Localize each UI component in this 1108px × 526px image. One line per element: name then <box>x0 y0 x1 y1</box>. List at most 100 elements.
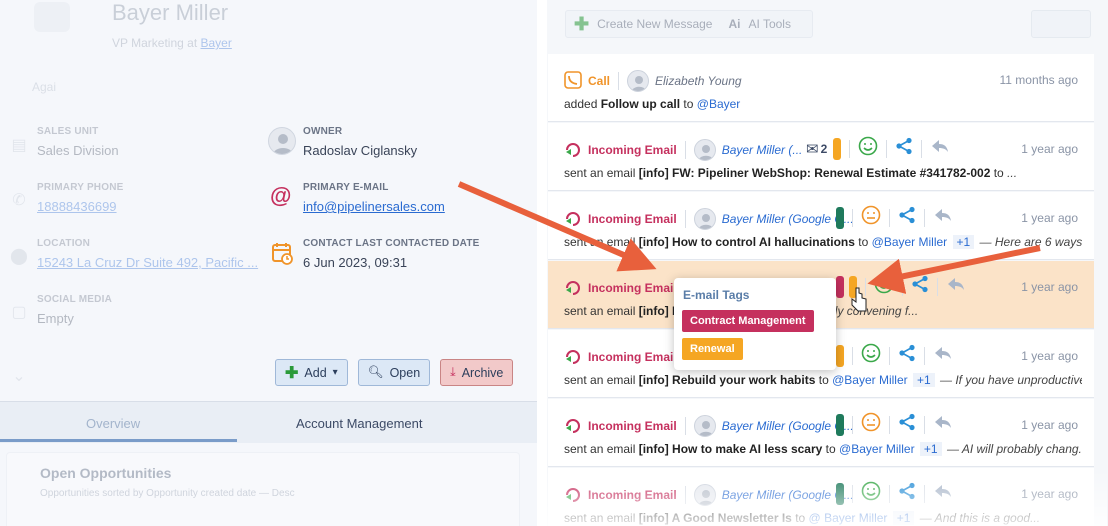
opportunities-sort-note: Opportunities sorted by Opportunity crea… <box>40 488 295 499</box>
activity-time: 1 year ago <box>1021 418 1078 432</box>
location-link[interactable]: 15243 La Cruz Dr Suite 492, Pacific ... <box>37 255 258 270</box>
feed-row-email[interactable]: Incoming Email Bayer Miller (Google G... 1… <box>548 468 1094 526</box>
mention-link[interactable]: @Bayer Miller <box>832 373 908 387</box>
active-tab-indicator <box>0 439 237 442</box>
mention-link[interactable]: @Bayer Miller <box>872 235 948 249</box>
share-icon[interactable] <box>898 413 916 436</box>
activity-kind: Incoming Email <box>588 419 677 433</box>
activity-feed-panel: ✚ Create New Message Ai AI Tools Call El… <box>547 0 1108 526</box>
feed-row-email[interactable]: Incoming Email Bayer Miller (Google G... 1… <box>548 192 1094 260</box>
share-icon[interactable] <box>898 344 916 367</box>
plus-icon: ✚ <box>574 13 590 34</box>
last-contacted-value: 6 Jun 2023, 09:31 <box>303 255 408 270</box>
tag-renewal[interactable]: Renewal <box>682 338 743 360</box>
phone-label: PRIMARY PHONE <box>37 182 124 193</box>
email-label: PRIMARY E-MAIL <box>303 182 389 193</box>
mention-link[interactable]: @Bayer <box>697 97 741 111</box>
activity-author[interactable]: Bayer Miller (... <box>722 143 803 157</box>
envelope-icon[interactable]: ✉ <box>806 140 819 158</box>
attachment-count: 2 <box>820 141 828 156</box>
calendar-clock-icon <box>272 242 294 271</box>
incoming-email-icon <box>564 485 582 506</box>
more-recipients-badge[interactable]: +1 <box>952 235 975 249</box>
ai-tools-label: AI Tools <box>748 17 791 31</box>
share-icon[interactable] <box>898 206 916 229</box>
add-button-label: Add <box>304 365 327 380</box>
email-tag-indicator[interactable] <box>836 482 844 505</box>
subtab-bar: Overview Account Management <box>0 401 537 443</box>
email-tag-indicator[interactable] <box>836 206 844 229</box>
location-pin-icon: ⬤ <box>10 248 28 265</box>
owner-label: OWNER <box>303 126 343 137</box>
create-message-button[interactable]: ✚ Create New Message Ai AI Tools <box>565 10 813 38</box>
incoming-email-icon <box>564 347 582 368</box>
more-recipients-badge[interactable]: +1 <box>912 373 935 387</box>
phone-field: PRIMARY PHONE 18888436699 <box>37 182 124 214</box>
chevron-down-icon[interactable]: ⌄ <box>8 366 30 388</box>
feed-row-email[interactable]: Incoming Email Bayer Miller (... 1 year ag… <box>548 123 1094 191</box>
activity-kind: Incoming Email <box>588 281 677 295</box>
reply-icon[interactable] <box>930 137 950 160</box>
mention-link[interactable]: @Bayer Miller <box>839 442 915 456</box>
open-button[interactable]: 🔍︎ Open <box>357 359 431 386</box>
reply-icon[interactable] <box>933 344 953 367</box>
more-recipients-badge[interactable]: +1 <box>919 442 942 456</box>
social-value: Empty <box>37 311 74 326</box>
email-tags-popup: E-mail Tags Contract Management Renewal <box>674 278 836 370</box>
sentiment-icon[interactable] <box>861 412 881 437</box>
create-message-label: Create New Message <box>597 17 713 31</box>
phone-link[interactable]: 18888436699 <box>37 199 117 214</box>
building-icon: ▤ <box>11 137 27 154</box>
avatar <box>693 208 716 230</box>
activity-text: sent an email [info] How to make AI less… <box>564 442 1082 456</box>
sentiment-icon[interactable] <box>861 481 881 506</box>
email-tag-indicator[interactable] <box>836 413 844 436</box>
opportunities-title: Open Opportunities <box>40 465 172 481</box>
contact-name: Bayer Miller <box>112 0 229 25</box>
sentiment-icon[interactable] <box>858 136 878 161</box>
reply-icon[interactable] <box>933 206 953 229</box>
tab-overview[interactable]: Overview <box>86 416 140 431</box>
activity-time: 1 year ago <box>1021 142 1078 156</box>
tab-account-management[interactable]: Account Management <box>296 416 422 431</box>
add-button[interactable]: ✚ Add ▾ <box>275 359 348 386</box>
last-contacted-label: CONTACT LAST CONTACTED DATE <box>303 238 480 249</box>
phone-call-icon <box>564 70 582 92</box>
sentiment-icon[interactable] <box>861 205 881 230</box>
email-link[interactable]: info@pipelinersales.com <box>303 199 445 214</box>
share-icon[interactable] <box>895 137 913 160</box>
email-tag-indicator[interactable] <box>836 275 844 298</box>
share-icon[interactable] <box>911 275 929 298</box>
archive-button[interactable]: ⤓ Archive <box>440 359 514 386</box>
tag-contract-management[interactable]: Contract Management <box>682 310 814 332</box>
social-label: SOCIAL MEDIA <box>37 294 112 305</box>
contact-detail-panel: Bayer Miller VP Marketing at Bayer Agai … <box>0 0 537 526</box>
activity-time: 1 year ago <box>1021 487 1078 501</box>
reply-icon[interactable] <box>933 413 953 436</box>
share-icon[interactable] <box>898 482 916 505</box>
email-tag-indicator[interactable] <box>833 137 842 160</box>
reply-icon[interactable] <box>933 482 953 505</box>
email-tag-indicator[interactable] <box>836 344 844 367</box>
feed-row-email[interactable]: Incoming Email Bayer Miller (Google G... 1… <box>548 399 1094 467</box>
activity-kind: Call <box>588 74 611 88</box>
chat-icon: ▢ <box>11 304 27 321</box>
feed-row-call[interactable]: Call Elizabeth Young 11 months ago added… <box>548 54 1094 122</box>
incoming-email-icon <box>564 416 582 437</box>
plus-icon: ✚ <box>285 364 299 382</box>
chevron-down-icon: ▾ <box>332 367 338 378</box>
reply-icon[interactable] <box>946 275 966 298</box>
email-tag-indicator[interactable] <box>849 275 857 298</box>
avatar <box>693 139 716 161</box>
owner-value: Radoslav Ciglansky <box>303 143 418 158</box>
more-recipients-badge[interactable]: +1 <box>892 511 915 525</box>
contact-title: VP Marketing at Bayer <box>112 36 232 50</box>
activity-author[interactable]: Elizabeth Young <box>655 74 742 88</box>
activity-kind: Incoming Email <box>588 212 677 226</box>
mention-link[interactable]: @ Bayer Miller <box>809 511 888 525</box>
feed-menu-button[interactable] <box>1031 10 1091 38</box>
contact-company-link[interactable]: Bayer <box>201 36 232 50</box>
incoming-email-icon <box>564 140 582 161</box>
sentiment-icon[interactable] <box>861 343 881 368</box>
sentiment-icon[interactable] <box>874 274 894 299</box>
